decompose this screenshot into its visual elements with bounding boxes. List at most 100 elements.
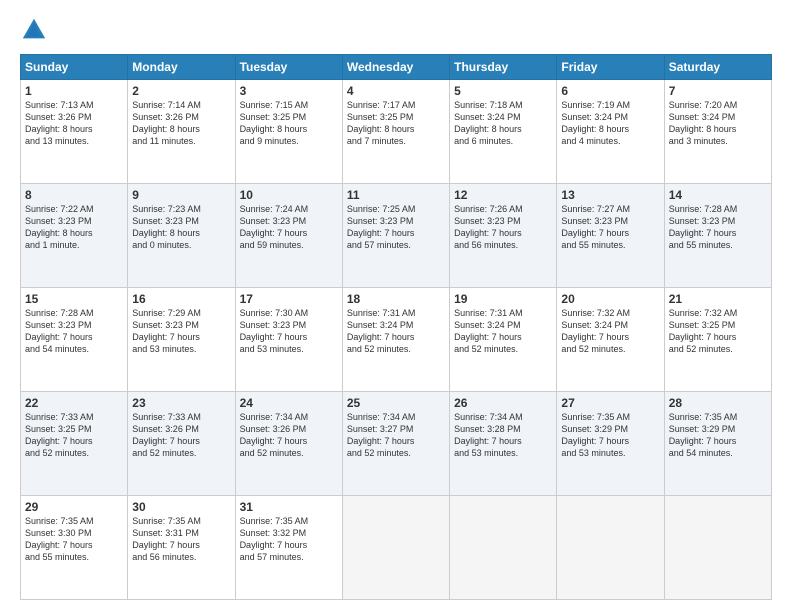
day-info: Sunrise: 7:29 AM Sunset: 3:23 PM Dayligh…	[132, 307, 230, 356]
day-info: Sunrise: 7:17 AM Sunset: 3:25 PM Dayligh…	[347, 99, 445, 148]
day-number: 18	[347, 292, 445, 306]
day-info: Sunrise: 7:35 AM Sunset: 3:30 PM Dayligh…	[25, 515, 123, 564]
day-info: Sunrise: 7:31 AM Sunset: 3:24 PM Dayligh…	[347, 307, 445, 356]
calendar-cell: 19Sunrise: 7:31 AM Sunset: 3:24 PM Dayli…	[450, 288, 557, 392]
calendar-cell: 2Sunrise: 7:14 AM Sunset: 3:26 PM Daylig…	[128, 80, 235, 184]
day-info: Sunrise: 7:35 AM Sunset: 3:29 PM Dayligh…	[669, 411, 767, 460]
logo	[20, 16, 52, 44]
day-number: 25	[347, 396, 445, 410]
day-number: 12	[454, 188, 552, 202]
calendar-cell: 16Sunrise: 7:29 AM Sunset: 3:23 PM Dayli…	[128, 288, 235, 392]
weekday-header-tuesday: Tuesday	[235, 55, 342, 80]
calendar-body: 1Sunrise: 7:13 AM Sunset: 3:26 PM Daylig…	[21, 80, 772, 600]
day-info: Sunrise: 7:35 AM Sunset: 3:29 PM Dayligh…	[561, 411, 659, 460]
day-info: Sunrise: 7:15 AM Sunset: 3:25 PM Dayligh…	[240, 99, 338, 148]
day-number: 15	[25, 292, 123, 306]
day-info: Sunrise: 7:33 AM Sunset: 3:26 PM Dayligh…	[132, 411, 230, 460]
day-number: 30	[132, 500, 230, 514]
calendar-cell: 3Sunrise: 7:15 AM Sunset: 3:25 PM Daylig…	[235, 80, 342, 184]
day-number: 28	[669, 396, 767, 410]
weekday-header-friday: Friday	[557, 55, 664, 80]
calendar-week-3: 15Sunrise: 7:28 AM Sunset: 3:23 PM Dayli…	[21, 288, 772, 392]
day-info: Sunrise: 7:35 AM Sunset: 3:32 PM Dayligh…	[240, 515, 338, 564]
header	[20, 16, 772, 44]
calendar-cell: 7Sunrise: 7:20 AM Sunset: 3:24 PM Daylig…	[664, 80, 771, 184]
day-info: Sunrise: 7:24 AM Sunset: 3:23 PM Dayligh…	[240, 203, 338, 252]
weekday-header-sunday: Sunday	[21, 55, 128, 80]
weekday-header-thursday: Thursday	[450, 55, 557, 80]
calendar-cell	[342, 496, 449, 600]
calendar-week-4: 22Sunrise: 7:33 AM Sunset: 3:25 PM Dayli…	[21, 392, 772, 496]
day-info: Sunrise: 7:32 AM Sunset: 3:24 PM Dayligh…	[561, 307, 659, 356]
day-info: Sunrise: 7:28 AM Sunset: 3:23 PM Dayligh…	[25, 307, 123, 356]
day-info: Sunrise: 7:26 AM Sunset: 3:23 PM Dayligh…	[454, 203, 552, 252]
day-number: 29	[25, 500, 123, 514]
day-number: 26	[454, 396, 552, 410]
calendar-cell: 24Sunrise: 7:34 AM Sunset: 3:26 PM Dayli…	[235, 392, 342, 496]
day-number: 17	[240, 292, 338, 306]
day-number: 14	[669, 188, 767, 202]
day-number: 19	[454, 292, 552, 306]
calendar-cell: 31Sunrise: 7:35 AM Sunset: 3:32 PM Dayli…	[235, 496, 342, 600]
day-number: 1	[25, 84, 123, 98]
calendar-header: SundayMondayTuesdayWednesdayThursdayFrid…	[21, 55, 772, 80]
calendar-week-5: 29Sunrise: 7:35 AM Sunset: 3:30 PM Dayli…	[21, 496, 772, 600]
calendar-cell: 17Sunrise: 7:30 AM Sunset: 3:23 PM Dayli…	[235, 288, 342, 392]
calendar-cell	[450, 496, 557, 600]
day-info: Sunrise: 7:13 AM Sunset: 3:26 PM Dayligh…	[25, 99, 123, 148]
day-info: Sunrise: 7:34 AM Sunset: 3:28 PM Dayligh…	[454, 411, 552, 460]
calendar-cell: 22Sunrise: 7:33 AM Sunset: 3:25 PM Dayli…	[21, 392, 128, 496]
day-info: Sunrise: 7:22 AM Sunset: 3:23 PM Dayligh…	[25, 203, 123, 252]
calendar-cell: 18Sunrise: 7:31 AM Sunset: 3:24 PM Dayli…	[342, 288, 449, 392]
calendar-cell: 29Sunrise: 7:35 AM Sunset: 3:30 PM Dayli…	[21, 496, 128, 600]
calendar-cell: 9Sunrise: 7:23 AM Sunset: 3:23 PM Daylig…	[128, 184, 235, 288]
calendar-table: SundayMondayTuesdayWednesdayThursdayFrid…	[20, 54, 772, 600]
calendar-cell: 15Sunrise: 7:28 AM Sunset: 3:23 PM Dayli…	[21, 288, 128, 392]
calendar-cell: 13Sunrise: 7:27 AM Sunset: 3:23 PM Dayli…	[557, 184, 664, 288]
day-number: 13	[561, 188, 659, 202]
day-info: Sunrise: 7:14 AM Sunset: 3:26 PM Dayligh…	[132, 99, 230, 148]
calendar-cell: 25Sunrise: 7:34 AM Sunset: 3:27 PM Dayli…	[342, 392, 449, 496]
day-number: 8	[25, 188, 123, 202]
calendar-cell: 21Sunrise: 7:32 AM Sunset: 3:25 PM Dayli…	[664, 288, 771, 392]
calendar-cell: 27Sunrise: 7:35 AM Sunset: 3:29 PM Dayli…	[557, 392, 664, 496]
day-info: Sunrise: 7:34 AM Sunset: 3:27 PM Dayligh…	[347, 411, 445, 460]
calendar-cell: 8Sunrise: 7:22 AM Sunset: 3:23 PM Daylig…	[21, 184, 128, 288]
day-number: 2	[132, 84, 230, 98]
weekday-header-wednesday: Wednesday	[342, 55, 449, 80]
day-info: Sunrise: 7:28 AM Sunset: 3:23 PM Dayligh…	[669, 203, 767, 252]
calendar-cell: 10Sunrise: 7:24 AM Sunset: 3:23 PM Dayli…	[235, 184, 342, 288]
calendar-cell: 30Sunrise: 7:35 AM Sunset: 3:31 PM Dayli…	[128, 496, 235, 600]
day-number: 9	[132, 188, 230, 202]
day-number: 7	[669, 84, 767, 98]
calendar-cell: 12Sunrise: 7:26 AM Sunset: 3:23 PM Dayli…	[450, 184, 557, 288]
day-info: Sunrise: 7:31 AM Sunset: 3:24 PM Dayligh…	[454, 307, 552, 356]
day-number: 10	[240, 188, 338, 202]
calendar-cell: 23Sunrise: 7:33 AM Sunset: 3:26 PM Dayli…	[128, 392, 235, 496]
calendar-week-1: 1Sunrise: 7:13 AM Sunset: 3:26 PM Daylig…	[21, 80, 772, 184]
calendar-week-2: 8Sunrise: 7:22 AM Sunset: 3:23 PM Daylig…	[21, 184, 772, 288]
calendar-cell: 26Sunrise: 7:34 AM Sunset: 3:28 PM Dayli…	[450, 392, 557, 496]
calendar-cell: 1Sunrise: 7:13 AM Sunset: 3:26 PM Daylig…	[21, 80, 128, 184]
weekday-header-saturday: Saturday	[664, 55, 771, 80]
day-number: 31	[240, 500, 338, 514]
calendar-cell: 5Sunrise: 7:18 AM Sunset: 3:24 PM Daylig…	[450, 80, 557, 184]
page: SundayMondayTuesdayWednesdayThursdayFrid…	[0, 0, 792, 612]
calendar-cell: 6Sunrise: 7:19 AM Sunset: 3:24 PM Daylig…	[557, 80, 664, 184]
day-info: Sunrise: 7:23 AM Sunset: 3:23 PM Dayligh…	[132, 203, 230, 252]
day-number: 22	[25, 396, 123, 410]
day-number: 23	[132, 396, 230, 410]
calendar-cell: 20Sunrise: 7:32 AM Sunset: 3:24 PM Dayli…	[557, 288, 664, 392]
day-info: Sunrise: 7:18 AM Sunset: 3:24 PM Dayligh…	[454, 99, 552, 148]
day-number: 24	[240, 396, 338, 410]
day-info: Sunrise: 7:30 AM Sunset: 3:23 PM Dayligh…	[240, 307, 338, 356]
calendar-cell: 4Sunrise: 7:17 AM Sunset: 3:25 PM Daylig…	[342, 80, 449, 184]
logo-icon	[20, 16, 48, 44]
calendar-cell: 11Sunrise: 7:25 AM Sunset: 3:23 PM Dayli…	[342, 184, 449, 288]
day-info: Sunrise: 7:32 AM Sunset: 3:25 PM Dayligh…	[669, 307, 767, 356]
day-info: Sunrise: 7:35 AM Sunset: 3:31 PM Dayligh…	[132, 515, 230, 564]
day-number: 3	[240, 84, 338, 98]
day-info: Sunrise: 7:19 AM Sunset: 3:24 PM Dayligh…	[561, 99, 659, 148]
weekday-header-monday: Monday	[128, 55, 235, 80]
day-info: Sunrise: 7:27 AM Sunset: 3:23 PM Dayligh…	[561, 203, 659, 252]
